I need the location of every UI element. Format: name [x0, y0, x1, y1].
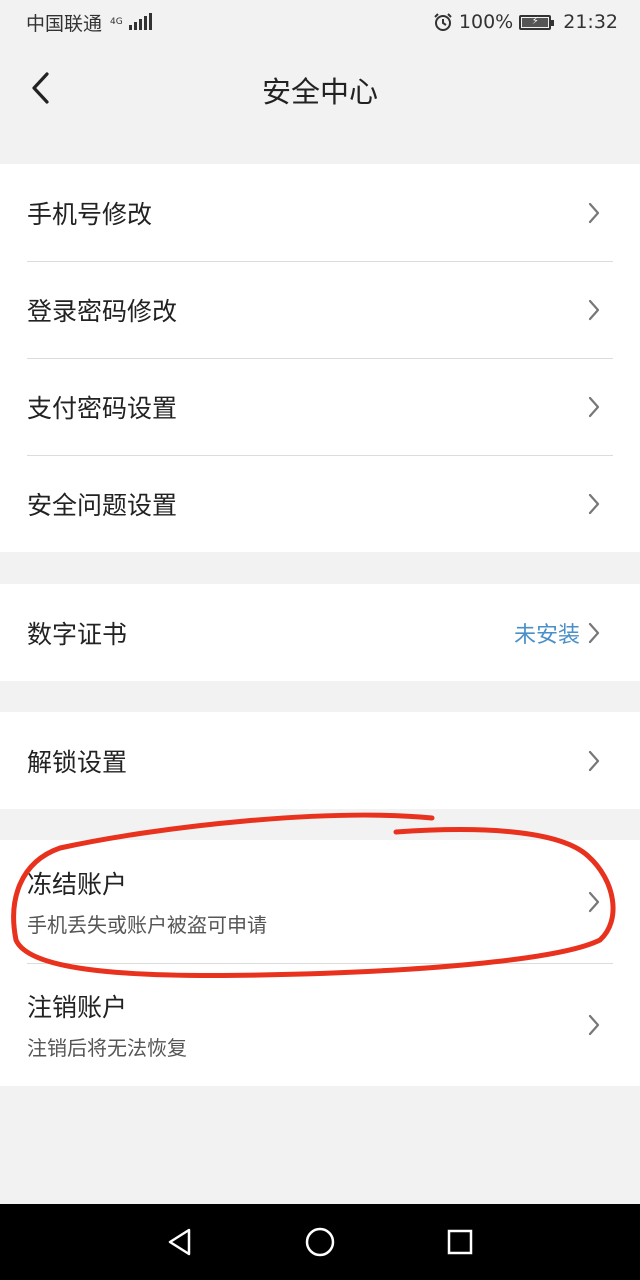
carrier-name: 中国联通 — [26, 12, 103, 35]
battery-percent: 100% — [458, 11, 514, 33]
chevron-right-icon — [586, 1013, 602, 1037]
list-item-texts: 冻结账户 手机丢失或账户被盗可申请 — [27, 865, 586, 938]
signal-icon — [128, 13, 152, 30]
list-item-subtitle: 手机丢失或账户被盗可申请 — [27, 913, 267, 937]
battery-icon: ⚡ — [519, 14, 555, 30]
chevron-right-icon — [586, 890, 602, 914]
list-item-label: 登录密码修改 — [27, 296, 178, 326]
nav-home-button[interactable] — [300, 1222, 340, 1262]
chevron-left-icon — [32, 72, 49, 104]
account-danger-group: 冻结账户 手机丢失或账户被盗可申请 注销账户 注销后将无法恢复 — [0, 840, 640, 1086]
list-item-label: 安全问题设置 — [27, 490, 178, 520]
list-item-subtitle: 注销后将无法恢复 — [27, 1036, 187, 1060]
back-triangle-icon — [168, 1228, 191, 1256]
app-header: 安全中心 — [0, 44, 640, 136]
list-item-phone-change[interactable]: 手机号修改 — [0, 164, 640, 261]
system-nav-bar — [0, 1204, 640, 1280]
chevron-right-icon — [586, 298, 602, 322]
list-item-unlock-settings[interactable]: 解锁设置 — [0, 712, 640, 809]
list-item-payment-password[interactable]: 支付密码设置 — [0, 358, 640, 455]
recents-square-icon — [447, 1229, 473, 1255]
nav-back-button[interactable] — [160, 1222, 200, 1262]
nav-recents-button[interactable] — [440, 1222, 480, 1262]
list-item-digital-certificate[interactable]: 数字证书 未安装 — [0, 584, 640, 681]
back-button[interactable] — [22, 68, 58, 108]
chevron-right-icon — [586, 621, 602, 645]
list-item-security-question[interactable]: 安全问题设置 — [0, 455, 640, 552]
list-item-label: 数字证书 — [27, 619, 128, 649]
chevron-right-icon — [586, 749, 602, 773]
list-item-login-password[interactable]: 登录密码修改 — [0, 261, 640, 358]
list-item-cancel-account[interactable]: 注销账户 注销后将无法恢复 — [0, 963, 640, 1086]
list-item-label: 注销账户 — [27, 993, 128, 1022]
unlock-group: 解锁设置 — [0, 712, 640, 809]
page-title: 安全中心 — [261, 75, 378, 109]
chevron-right-icon — [586, 492, 602, 516]
list-item-texts: 注销账户 注销后将无法恢复 — [27, 988, 586, 1061]
clock-time: 21:32 — [563, 11, 618, 33]
home-circle-icon — [305, 1227, 335, 1257]
list-item-label: 冻结账户 — [27, 870, 128, 899]
network-type: 4G — [110, 16, 123, 27]
list-item-label: 手机号修改 — [27, 199, 153, 229]
list-item-label: 支付密码设置 — [27, 393, 178, 423]
certificate-group: 数字证书 未安装 — [0, 584, 640, 681]
status-left: 中国联通 4G — [26, 9, 152, 36]
alarm-icon — [434, 13, 452, 31]
list-item-label: 解锁设置 — [27, 747, 128, 777]
list-item-freeze-account[interactable]: 冻结账户 手机丢失或账户被盗可申请 — [0, 840, 640, 963]
chevron-right-icon — [586, 201, 602, 225]
chevron-right-icon — [586, 395, 602, 419]
certificate-status: 未安装 — [513, 622, 580, 648]
status-bar: 中国联通 4G 100% ⚡ 21:32 — [0, 0, 640, 44]
status-right: 100% ⚡ 21:32 — [433, 11, 618, 33]
account-settings-group: 手机号修改 登录密码修改 支付密码设置 安全问题设置 — [0, 164, 640, 552]
